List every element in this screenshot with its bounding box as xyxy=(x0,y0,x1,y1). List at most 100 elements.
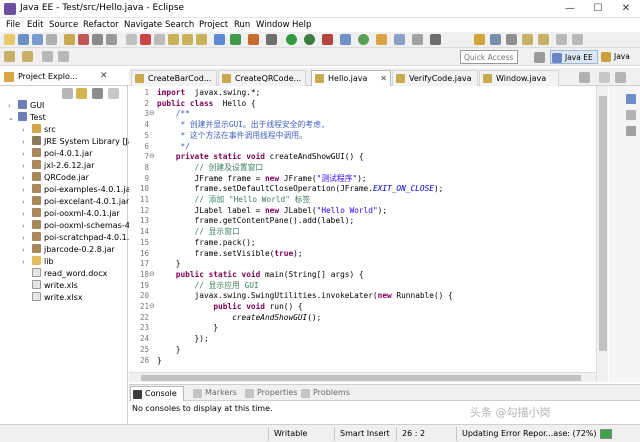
expand-arrow-icon[interactable]: › xyxy=(22,208,25,220)
annotation-prev-icon[interactable] xyxy=(538,34,549,45)
expand-arrow-icon[interactable]: › xyxy=(22,184,25,196)
tree-item-jar[interactable]: › QRCode.jar xyxy=(22,172,89,184)
tab-verifycode[interactable]: VerifyCode.java xyxy=(392,70,478,86)
minimize-view-icon[interactable] xyxy=(108,88,119,99)
print-icon[interactable] xyxy=(46,34,57,45)
new-package-icon[interactable] xyxy=(340,34,351,45)
tab-properties[interactable]: Properties xyxy=(243,386,307,401)
expand-arrow-icon[interactable]: › xyxy=(22,148,25,160)
tree-item-jar[interactable]: › jbarcode-0.2.8.jar xyxy=(22,244,115,256)
tab-createqrcode[interactable]: CreateQRCode... xyxy=(218,70,306,86)
expand-arrow-icon[interactable]: › xyxy=(22,244,25,256)
menu-refactor[interactable]: Refactor xyxy=(83,20,119,30)
expand-arrow-icon[interactable]: › xyxy=(8,100,11,112)
server-icon[interactable] xyxy=(214,34,225,45)
back-icon[interactable] xyxy=(556,34,567,45)
collapse-arrow-icon[interactable]: ⌄ xyxy=(8,112,14,124)
close-view-icon[interactable]: ✕ xyxy=(100,71,108,81)
tree-item-lib[interactable]: › lib xyxy=(22,256,54,268)
minimize-button[interactable]: — xyxy=(556,0,584,18)
fold-toggle-icon[interactable]: ⊖ xyxy=(149,270,155,278)
package-explorer-tab[interactable]: Project Explo... ✕ xyxy=(0,68,128,86)
tree-item-jar[interactable]: › poi-ooxml-schemas-4 xyxy=(22,220,130,232)
open-perspective-icon[interactable] xyxy=(534,52,545,63)
block-selection-icon[interactable] xyxy=(490,34,501,45)
skip-breakpoints-icon[interactable] xyxy=(92,34,103,45)
expand-arrow-icon[interactable]: › xyxy=(22,220,25,232)
save-all-icon[interactable] xyxy=(32,34,43,45)
perspective-java-ee[interactable]: Java EE xyxy=(550,50,598,64)
maximize-button[interactable]: ☐ xyxy=(584,0,612,18)
expand-arrow-icon[interactable]: › xyxy=(22,124,25,136)
tab-window-java[interactable]: Window.java xyxy=(479,70,559,86)
menu-file[interactable]: File xyxy=(6,20,20,30)
tree-item-jre[interactable]: › JRE System Library [Ja xyxy=(22,136,133,148)
tab-hello-java[interactable]: Hello.java ✕ xyxy=(311,70,391,87)
tree-item-gui[interactable]: › GUI xyxy=(8,100,44,112)
resume-icon[interactable] xyxy=(106,34,117,45)
step-over-icon[interactable] xyxy=(182,34,193,45)
terminate-icon[interactable] xyxy=(140,34,151,45)
run-icon[interactable] xyxy=(286,34,297,45)
step-into-icon[interactable] xyxy=(168,34,179,45)
minimize-editor-icon[interactable] xyxy=(599,72,610,83)
new-class-icon[interactable] xyxy=(358,34,369,45)
suspend-icon[interactable] xyxy=(126,34,137,45)
menu-window[interactable]: Window xyxy=(256,20,290,30)
tree-item-jar[interactable]: › poi-4.0.1.jar xyxy=(22,148,92,160)
outline-icon[interactable] xyxy=(626,94,636,104)
annotation-next-icon[interactable] xyxy=(522,34,533,45)
menu-source[interactable]: Source xyxy=(49,20,78,30)
disconnect-icon[interactable] xyxy=(154,34,165,45)
editor-vertical-scrollbar[interactable] xyxy=(596,86,608,382)
tab-console[interactable]: Console xyxy=(130,386,184,401)
expand-arrow-icon[interactable]: › xyxy=(22,160,25,172)
new-icon[interactable] xyxy=(4,34,15,45)
tree-item-jar[interactable]: › poi-excelant-4.0.1.jar xyxy=(22,196,129,208)
close-button[interactable]: ✕ xyxy=(612,0,640,18)
search-icon[interactable] xyxy=(394,34,405,45)
menu-help[interactable]: Help xyxy=(292,20,311,30)
external-tools-icon[interactable] xyxy=(248,34,259,45)
close-tab-icon[interactable]: ✕ xyxy=(380,71,387,86)
task-list-icon[interactable] xyxy=(626,110,636,120)
code-editor[interactable]: 1 2 3 ⊖ 4 5 6 7 ⊖ 8 9 10 11 12 13 14 15 16 17 18 ⊖ 19 20 21 ⊖ 22 2… xyxy=(129,86,606,382)
tab-markers[interactable]: Markers xyxy=(191,386,245,401)
menu-edit[interactable]: Edit xyxy=(27,20,43,30)
tree-item-jar[interactable]: › poi-scratchpad-4.0.1.ja xyxy=(22,232,136,244)
tree-item-jar[interactable]: › poi-ooxml-4.0.1.jar xyxy=(22,208,120,220)
tree-item-file[interactable]: read_word.docx xyxy=(32,268,107,280)
fold-toggle-icon[interactable]: ⊖ xyxy=(149,302,155,310)
nav-forward-icon[interactable] xyxy=(58,51,69,62)
view-menu-icon[interactable] xyxy=(92,88,103,99)
forward-icon[interactable] xyxy=(572,34,583,45)
run-last-icon[interactable] xyxy=(304,34,315,45)
menu-navigate[interactable]: Navigate xyxy=(124,20,162,30)
step-return-icon[interactable] xyxy=(196,34,207,45)
open-type-icon[interactable] xyxy=(64,34,75,45)
menu-run[interactable]: Run xyxy=(234,20,250,30)
editor-horizontal-scrollbar[interactable] xyxy=(129,372,596,382)
fold-toggle-icon[interactable]: ⊖ xyxy=(149,109,155,117)
tree-item-jar[interactable]: › jxl-2.6.12.jar xyxy=(22,160,94,172)
last-edit-icon[interactable] xyxy=(4,51,15,62)
tab-createbarcode[interactable]: CreateBarCod... xyxy=(131,70,217,86)
expand-arrow-icon[interactable]: › xyxy=(22,172,25,184)
perspective-java[interactable]: Java xyxy=(600,50,638,64)
expand-arrow-icon[interactable]: › xyxy=(22,136,25,148)
scroll-thumb[interactable] xyxy=(599,96,607,351)
tasks-icon[interactable] xyxy=(412,34,423,45)
show-list-icon[interactable] xyxy=(579,72,590,83)
progress-icon[interactable] xyxy=(600,429,612,439)
expand-arrow-icon[interactable]: › xyxy=(22,196,25,208)
pin-editor-icon[interactable] xyxy=(22,51,33,62)
save-icon[interactable] xyxy=(18,34,29,45)
link-editor-icon[interactable] xyxy=(76,88,87,99)
coverage-icon[interactable] xyxy=(230,34,241,45)
mark-occurrences-icon[interactable] xyxy=(474,34,485,45)
toggle-breakpoint-icon[interactable] xyxy=(78,34,89,45)
open-folder-icon[interactable] xyxy=(376,34,387,45)
whitespace-icon[interactable] xyxy=(506,34,517,45)
tree-item-file[interactable]: write.xlsx xyxy=(32,292,83,304)
collapse-all-icon[interactable] xyxy=(62,88,73,99)
